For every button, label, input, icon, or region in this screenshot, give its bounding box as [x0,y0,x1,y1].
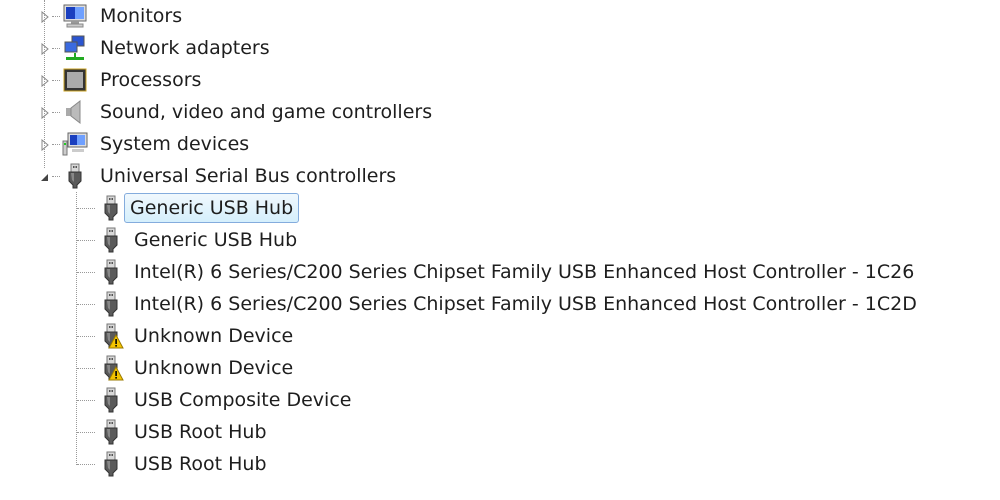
tree-connector [77,464,95,465]
collapse-arrow-icon[interactable] [38,169,52,183]
tree-connector [52,144,60,145]
tree-connector [77,432,95,433]
tree-category[interactable]: Sound, video and game controllers [0,96,1000,128]
tree-connector [77,304,95,305]
expand-arrow-icon[interactable] [38,9,52,24]
tree-connector [77,240,95,241]
device-label: Intel(R) 6 Series/C200 Series Chipset Fa… [134,293,917,315]
device-label: Intel(R) 6 Series/C200 Series Chipset Fa… [134,261,915,283]
tree-category[interactable]: Monitors [0,0,1000,32]
tree-connector [77,208,95,209]
usb-icon [98,195,124,221]
category-label: System devices [100,133,250,155]
category-label: Network adapters [100,37,270,59]
category-label: Universal Serial Bus controllers [100,165,397,187]
device-label: Generic USB Hub [124,193,300,223]
usb-icon [98,259,124,285]
tree-category[interactable]: System devices [0,128,1000,160]
tree-category[interactable]: Network adapters [0,32,1000,64]
tree-connector [77,400,95,401]
category-label: Processors [100,69,202,91]
usb-device-item[interactable]: Intel(R) 6 Series/C200 Series Chipset Fa… [0,256,1000,288]
usb-icon [98,227,124,253]
expand-arrow-icon[interactable] [38,73,52,88]
device-label: USB Composite Device [134,389,352,411]
tree-category[interactable]: Processors [0,64,1000,96]
usb-icon [98,451,124,477]
tree-connector [52,48,60,49]
network-adapter-icon [62,35,88,61]
usb-device-item[interactable]: Generic USB Hub [0,192,1000,224]
device-label: USB Root Hub [134,421,267,443]
expand-arrow-icon[interactable] [38,137,52,152]
category-label: Monitors [100,5,183,27]
tree-connector [44,0,45,168]
usb-device-item[interactable]: USB Root Hub [0,448,1000,480]
usb-icon [62,163,88,189]
usb-device-item[interactable]: USB Root Hub [0,416,1000,448]
usb-icon [98,419,124,445]
tree-connector [52,16,60,17]
tree-connector [77,368,95,369]
usb-icon [98,387,124,413]
expand-arrow-icon[interactable] [38,41,52,56]
usb-device-item[interactable]: Unknown Device [0,352,1000,384]
device-label: Unknown Device [134,325,294,347]
speaker-icon [62,99,88,125]
usb-warning-icon [98,355,124,381]
processor-icon [62,67,88,93]
usb-device-item[interactable]: USB Composite Device [0,384,1000,416]
tree-category[interactable]: Universal Serial Bus controllers [0,160,1000,192]
device-label: Unknown Device [134,357,294,379]
usb-icon [98,291,124,317]
usb-device-item[interactable]: Generic USB Hub [0,224,1000,256]
category-label: Sound, video and game controllers [100,101,433,123]
tree-connector [77,272,95,273]
tree-connector [77,336,95,337]
tree-connector [52,176,60,177]
usb-device-item[interactable]: Intel(R) 6 Series/C200 Series Chipset Fa… [0,288,1000,320]
tree-connector [52,80,60,81]
tree-connector [52,112,60,113]
usb-device-item[interactable]: Unknown Device [0,320,1000,352]
usb-warning-icon [98,323,124,349]
device-label: Generic USB Hub [134,229,298,251]
monitor-icon [62,3,88,29]
expand-arrow-icon[interactable] [38,105,52,120]
device-label: USB Root Hub [134,453,267,475]
system-devices-icon [62,131,88,157]
